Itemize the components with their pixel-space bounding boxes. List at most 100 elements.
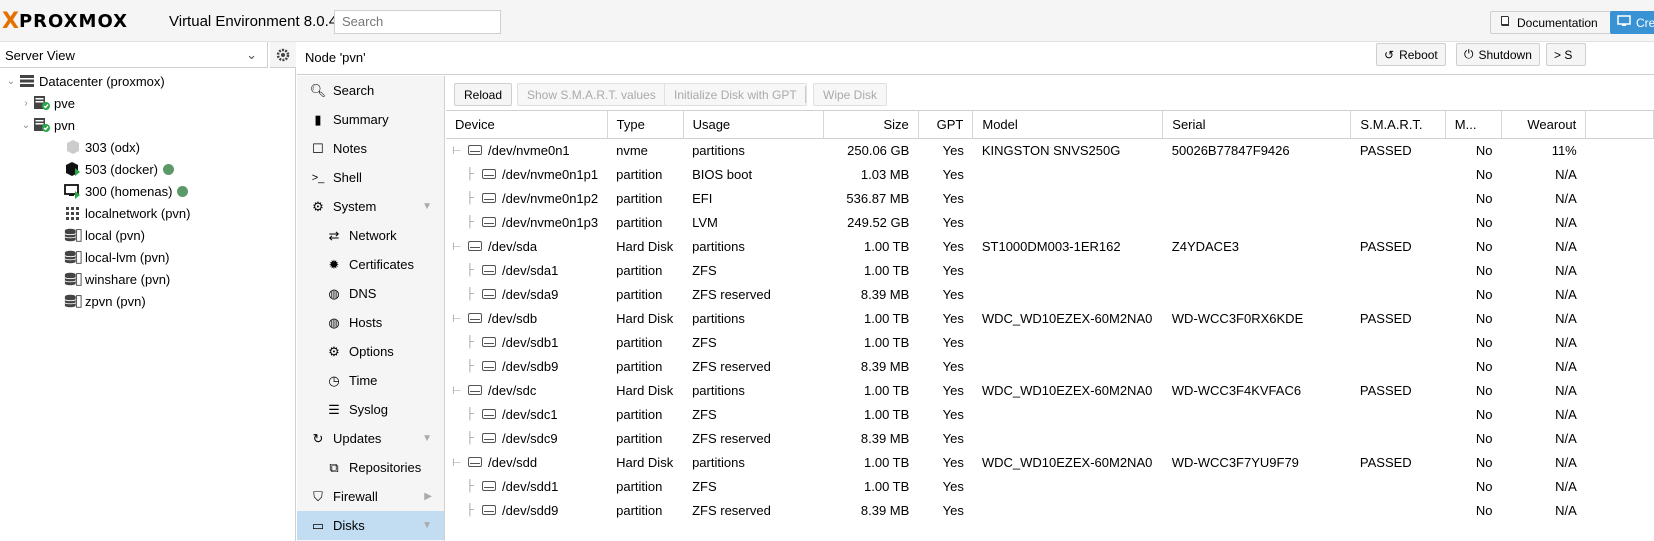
column-header[interactable]: Serial bbox=[1162, 111, 1352, 139]
tree-node[interactable]: 303 (odx) bbox=[0, 136, 296, 158]
cell-model bbox=[973, 426, 1163, 450]
table-row[interactable]: ├ /dev/sda1 partition ZFS 1.00 TB Yes No N/A bbox=[446, 258, 1654, 282]
cell-model: ST1000DM003-1ER162 bbox=[981, 238, 1121, 254]
caret-down-icon[interactable]: ▼ bbox=[422, 201, 432, 212]
create-vm-button[interactable]: Cre bbox=[1610, 11, 1654, 34]
tree-node[interactable]: ⌄ Datacenter (proxmox) bbox=[0, 70, 296, 92]
expand-toggle-icon[interactable]: ⌄ bbox=[4, 76, 18, 87]
reboot-button[interactable]: ↺ Reboot bbox=[1376, 43, 1446, 66]
device-cell-content: ├ /dev/sdc1 bbox=[452, 407, 598, 422]
tree-node[interactable]: zpvn (pvn) bbox=[0, 290, 296, 312]
cell-filler bbox=[1586, 450, 1654, 474]
cell-type: partition bbox=[616, 286, 663, 302]
table-row[interactable]: ⊢ /dev/nvme0n1 nvme partitions 250.06 GB Yes K… bbox=[446, 138, 1654, 162]
table-row[interactable]: ├ /dev/nvme0n1p3 partition LVM 249.52 GB Yes N… bbox=[446, 210, 1654, 234]
table-row[interactable]: ⊢ /dev/sdb Hard Disk partitions 1.00 TB Yes WD… bbox=[446, 306, 1654, 330]
proxmox-logo[interactable]: X PROXMOX bbox=[2, 11, 128, 33]
documentation-label: Documentation bbox=[1517, 15, 1598, 30]
nav-item-repositories[interactable]: ⧉ Repositories bbox=[297, 453, 444, 482]
table-row[interactable]: ├ /dev/sdc1 partition ZFS 1.00 TB Yes No N/A bbox=[446, 402, 1654, 426]
cell-size: 1.00 TB bbox=[864, 262, 910, 278]
table-row[interactable]: ├ /dev/sda9 partition ZFS reserved 8.39 MB Ye… bbox=[446, 282, 1654, 306]
cell-mounted: No bbox=[1475, 142, 1493, 158]
cell-mounted: No bbox=[1475, 190, 1493, 206]
wipe-disk-button[interactable]: Wipe Disk bbox=[813, 83, 888, 106]
cell-gpt: Yes bbox=[942, 358, 964, 374]
tree-node[interactable]: local-lvm (pvn) bbox=[0, 246, 296, 268]
documentation-button[interactable]: Documentation bbox=[1490, 11, 1612, 34]
table-row[interactable]: ├ /dev/sdb9 partition ZFS reserved 8.39 MB Ye… bbox=[446, 354, 1654, 378]
caret-right-icon[interactable]: ▶ bbox=[424, 491, 432, 502]
storage-icon bbox=[64, 271, 82, 287]
column-header[interactable]: Usage bbox=[683, 111, 824, 139]
nav-item-updates[interactable]: ↻ Updates ▼ bbox=[297, 424, 444, 453]
table-row[interactable]: ├ /dev/nvme0n1p1 partition BIOS boot 1.03 MB… bbox=[446, 162, 1654, 186]
column-header[interactable]: Type bbox=[607, 111, 684, 139]
nav-item-time[interactable]: ◷ Time bbox=[297, 366, 444, 395]
column-header[interactable]: GPT bbox=[918, 111, 974, 139]
tree-node[interactable]: › pve bbox=[0, 92, 296, 114]
nav-item-system[interactable]: ⚙ System ▼ bbox=[297, 192, 444, 221]
nav-item-firewall[interactable]: ⛉ Firewall ▶ bbox=[297, 482, 444, 511]
view-selector[interactable]: Server View ⌄ bbox=[0, 42, 268, 68]
nav-item-summary[interactable]: ▮ Summary bbox=[297, 105, 444, 134]
table-row[interactable]: ├ /dev/sdd1 partition ZFS 1.00 TB Yes No N/A bbox=[446, 474, 1654, 498]
tree-settings-button[interactable] bbox=[270, 42, 296, 68]
device-name: /dev/sdc9 bbox=[502, 430, 558, 446]
nav-item-syslog[interactable]: ☰ Syslog bbox=[297, 395, 444, 424]
table-row[interactable]: ├ /dev/sdd9 partition ZFS reserved 8.39 MB Ye… bbox=[446, 498, 1654, 522]
table-row[interactable]: ⊢ /dev/sdc Hard Disk partitions 1.00 TB Yes WD… bbox=[446, 378, 1654, 402]
tree-node[interactable]: 503 (docker) bbox=[0, 158, 296, 180]
collapse-toggle-icon[interactable]: › bbox=[19, 98, 33, 109]
tree-node[interactable]: ⌄ pvn bbox=[0, 114, 296, 136]
caret-down-icon[interactable]: ▼ bbox=[422, 433, 432, 444]
tree-node[interactable]: localnetwork (pvn) bbox=[0, 202, 296, 224]
cell-usage: BIOS boot bbox=[692, 166, 753, 182]
nav-item-search[interactable]: 🔍︎ Search bbox=[297, 76, 444, 105]
tree-node[interactable]: winshare (pvn) bbox=[0, 268, 296, 290]
tree-node[interactable]: 300 (homenas) bbox=[0, 180, 296, 202]
column-header[interactable]: Device bbox=[446, 111, 608, 139]
column-header[interactable]: Wearout bbox=[1501, 111, 1587, 139]
cell-filler bbox=[1586, 498, 1654, 522]
cell-model: WDC_WD10EZEX-60M2NA0 bbox=[981, 454, 1153, 470]
column-header[interactable]: Model bbox=[972, 111, 1164, 139]
expand-toggle-icon[interactable]: ⌄ bbox=[19, 120, 33, 131]
nav-item-dns[interactable]: ◍ DNS bbox=[297, 279, 444, 308]
table-row[interactable]: ⊢ /dev/sda Hard Disk partitions 1.00 TB Yes ST… bbox=[446, 234, 1654, 258]
reload-button[interactable]: Reload bbox=[454, 83, 513, 106]
search-input[interactable]: Search bbox=[334, 10, 501, 34]
caret-down-icon[interactable]: ▼ bbox=[422, 520, 432, 531]
cell-mounted: No bbox=[1475, 334, 1493, 350]
shutdown-label: Shutdown bbox=[1478, 47, 1532, 62]
nav-item-label: Network bbox=[349, 228, 397, 243]
show-smart-button[interactable]: Show S.M.A.R.T. values bbox=[517, 83, 666, 106]
nav-item-label: Disks bbox=[333, 518, 365, 533]
cell-size: 8.39 MB bbox=[860, 430, 910, 446]
shell-button[interactable]: > S bbox=[1546, 43, 1586, 66]
table-row[interactable]: ⊢ /dev/sdd Hard Disk partitions 1.00 TB Yes WD… bbox=[446, 450, 1654, 474]
column-header[interactable]: S.M.A.R.T. bbox=[1350, 111, 1446, 139]
cell-type: partition bbox=[616, 502, 663, 518]
nav-item-shell[interactable]: >_ Shell bbox=[297, 163, 444, 192]
device-name: /dev/sdd1 bbox=[502, 478, 559, 494]
files-icon: ⧉ bbox=[329, 459, 339, 475]
column-header[interactable]: Size bbox=[823, 111, 919, 139]
tree-node[interactable]: local (pvn) bbox=[0, 224, 296, 246]
cell-smart: PASSED bbox=[1359, 454, 1412, 470]
column-header[interactable]: M... bbox=[1445, 111, 1503, 139]
nav-item-hosts[interactable]: ◍ Hosts bbox=[297, 308, 444, 337]
nav-item-options[interactable]: ⚙ Options bbox=[297, 337, 444, 366]
nav-item-network[interactable]: ⇄ Network bbox=[297, 221, 444, 250]
nav-item-disks[interactable]: ▭ Disks ▼ bbox=[297, 511, 444, 540]
nav-item-notes[interactable]: ☐ Notes bbox=[297, 134, 444, 163]
table-row[interactable]: ├ /dev/nvme0n1p2 partition EFI 536.87 MB Yes N… bbox=[446, 186, 1654, 210]
table-row[interactable]: ├ /dev/sdb1 partition ZFS 1.00 TB Yes No N/A bbox=[446, 330, 1654, 354]
nav-item-certificates[interactable]: ✹ Certificates bbox=[297, 250, 444, 279]
cell-size: 1.00 TB bbox=[864, 454, 910, 470]
cell-model bbox=[973, 474, 1163, 498]
table-row[interactable]: ├ /dev/sdc9 partition ZFS reserved 8.39 MB Ye… bbox=[446, 426, 1654, 450]
cell-model bbox=[973, 402, 1163, 426]
init-gpt-button[interactable]: Initialize Disk with GPT bbox=[664, 83, 807, 106]
shutdown-button[interactable]: ⏻ Shutdown bbox=[1456, 43, 1540, 66]
